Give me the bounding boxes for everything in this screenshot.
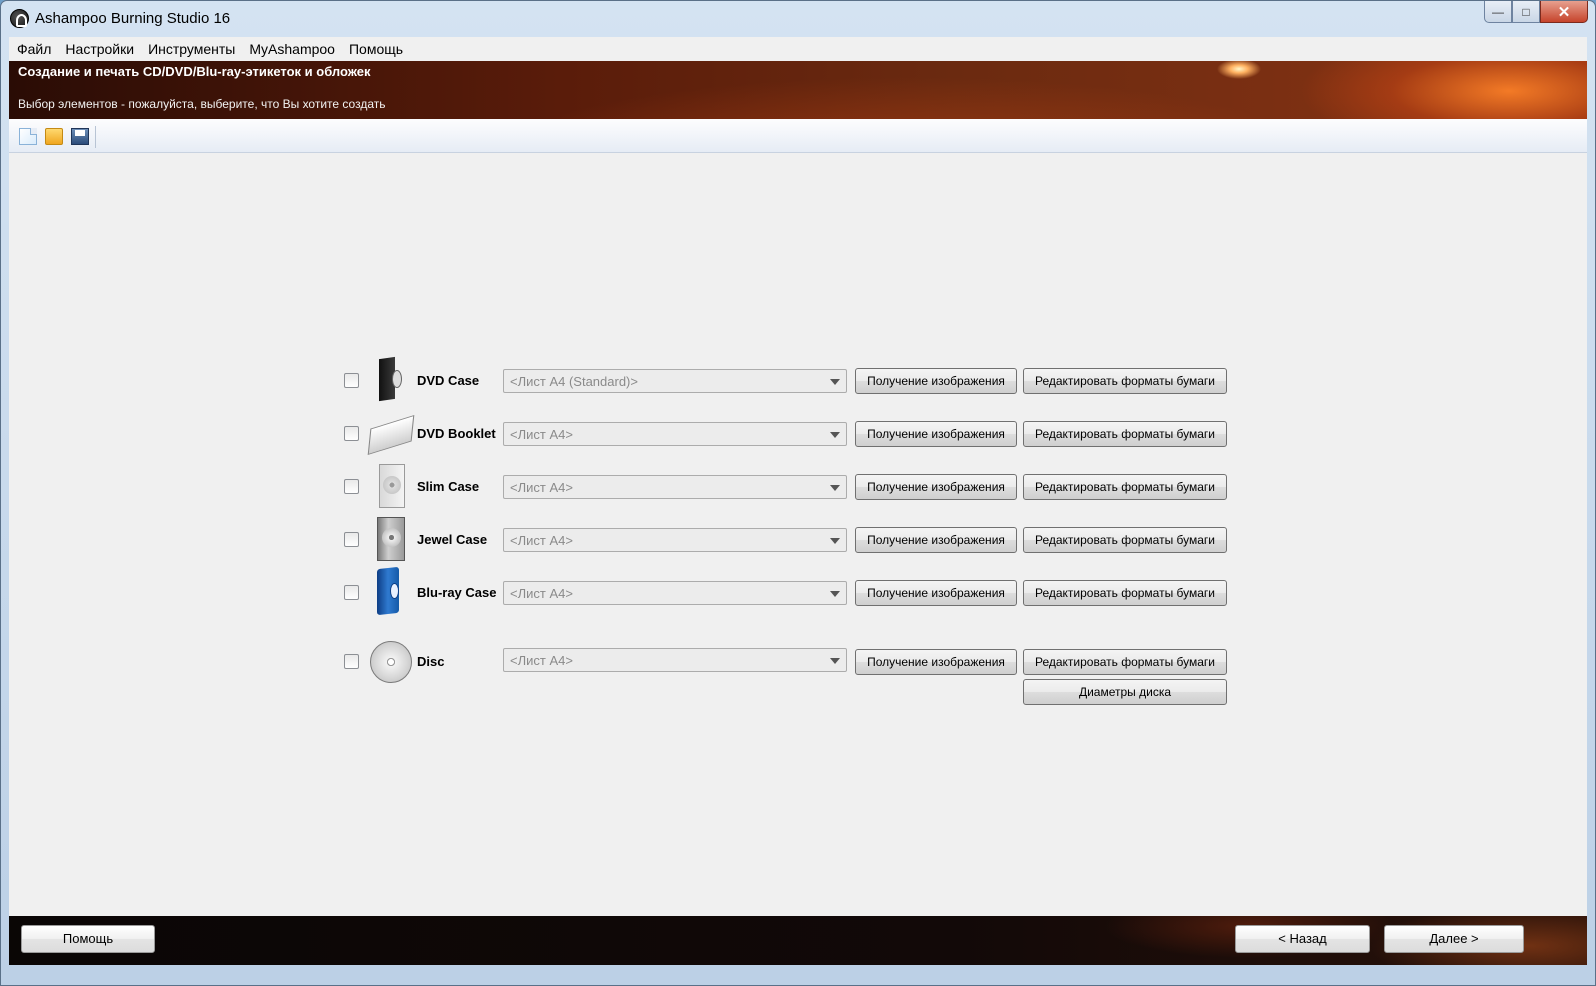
- disc-checkbox[interactable]: [344, 654, 359, 669]
- menu-settings[interactable]: Настройки: [65, 41, 134, 57]
- slim-case-icon: [369, 462, 411, 508]
- jewel-case-icon: [369, 515, 411, 561]
- next-button[interactable]: Далее >: [1384, 925, 1524, 953]
- dvd-case-label: DVD Case: [417, 373, 480, 388]
- dvd-case-get-image-button[interactable]: Получение изображения: [855, 368, 1017, 394]
- item-selection-panel: DVD Case <Лист А4 (Standard)> Получение …: [9, 153, 1587, 916]
- menu-bar: Файл Настройки Инструменты MyAshampoo По…: [9, 37, 1587, 61]
- footer-bar: Помощь < Назад Далее >: [9, 916, 1587, 965]
- chevron-down-icon: [830, 432, 840, 438]
- app-window: Ashampoo Burning Studio 16 — □ ✕ Файл На…: [0, 0, 1596, 986]
- dvd-case-paper-select[interactable]: <Лист А4 (Standard)>: [503, 369, 847, 393]
- slim-case-paper-value: <Лист А4>: [510, 480, 573, 495]
- bluray-case-paper-value: <Лист А4>: [510, 586, 573, 601]
- menu-tools[interactable]: Инструменты: [148, 41, 235, 57]
- chevron-down-icon: [830, 485, 840, 491]
- dvd-booklet-checkbox[interactable]: [344, 426, 359, 441]
- dvd-booklet-paper-select[interactable]: <Лист А4>: [503, 422, 847, 446]
- dvd-case-edit-formats-button[interactable]: Редактировать форматы бумаги: [1023, 368, 1227, 394]
- dvd-case-checkbox[interactable]: [344, 373, 359, 388]
- window-title: Ashampoo Burning Studio 16: [35, 10, 231, 27]
- save-disk-icon[interactable]: [71, 128, 89, 145]
- chevron-down-icon: [830, 591, 840, 597]
- page-title: Создание и печать CD/DVD/Blu-ray-этикето…: [18, 64, 371, 79]
- bluray-case-edit-formats-button[interactable]: Редактировать форматы бумаги: [1023, 580, 1227, 606]
- disc-icon: [369, 639, 412, 685]
- open-folder-icon[interactable]: [45, 128, 63, 145]
- disc-paper-select[interactable]: <Лист А4>: [503, 648, 847, 672]
- slim-case-edit-formats-button[interactable]: Редактировать форматы бумаги: [1023, 474, 1227, 500]
- menu-myashampoo[interactable]: MyAshampoo: [249, 41, 335, 57]
- toolbar: [9, 119, 1587, 153]
- disc-edit-formats-button[interactable]: Редактировать форматы бумаги: [1023, 649, 1227, 675]
- minimize-button[interactable]: —: [1484, 1, 1512, 23]
- dvd-booklet-paper-value: <Лист А4>: [510, 427, 573, 442]
- jewel-case-checkbox[interactable]: [344, 532, 359, 547]
- slim-case-checkbox[interactable]: [344, 479, 359, 494]
- dvd-booklet-edit-formats-button[interactable]: Редактировать форматы бумаги: [1023, 421, 1227, 447]
- dvd-case-icon: [369, 356, 411, 402]
- header-banner: Создание и печать CD/DVD/Blu-ray-этикето…: [9, 61, 1587, 119]
- chevron-down-icon: [830, 658, 840, 664]
- bluray-case-get-image-button[interactable]: Получение изображения: [855, 580, 1017, 606]
- chevron-down-icon: [830, 379, 840, 385]
- dvd-booklet-icon: [369, 409, 411, 455]
- disc-diameters-button[interactable]: Диаметры диска: [1023, 679, 1227, 705]
- new-document-icon[interactable]: [19, 128, 37, 145]
- jewel-case-edit-formats-button[interactable]: Редактировать форматы бумаги: [1023, 527, 1227, 553]
- bluray-case-icon: [369, 568, 411, 614]
- ashampoo-logo-icon[interactable]: [10, 9, 29, 28]
- bluray-case-paper-select[interactable]: <Лист А4>: [503, 581, 847, 605]
- disc-paper-value: <Лист А4>: [510, 653, 573, 668]
- close-button[interactable]: ✕: [1540, 1, 1588, 23]
- slim-case-get-image-button[interactable]: Получение изображения: [855, 474, 1017, 500]
- dvd-case-paper-value: <Лист А4 (Standard)>: [510, 374, 638, 389]
- jewel-case-get-image-button[interactable]: Получение изображения: [855, 527, 1017, 553]
- page-subtitle: Выбор элементов - пожалуйста, выберите, …: [18, 97, 386, 111]
- slim-case-label: Slim Case: [417, 479, 480, 494]
- dvd-booklet-label: DVD Booklet: [417, 426, 496, 441]
- disc-label: Disc: [417, 654, 445, 669]
- title-bar[interactable]: Ashampoo Burning Studio 16 — □ ✕: [1, 1, 1595, 35]
- chevron-down-icon: [830, 538, 840, 544]
- disc-get-image-button[interactable]: Получение изображения: [855, 649, 1017, 675]
- menu-file[interactable]: Файл: [17, 41, 51, 57]
- bluray-case-label: Blu-ray Case: [417, 585, 497, 600]
- toolbar-separator: [95, 126, 96, 148]
- dvd-booklet-get-image-button[interactable]: Получение изображения: [855, 421, 1017, 447]
- menu-help[interactable]: Помощь: [349, 41, 403, 57]
- slim-case-paper-select[interactable]: <Лист А4>: [503, 475, 847, 499]
- maximize-button[interactable]: □: [1512, 1, 1540, 23]
- help-button[interactable]: Помощь: [21, 925, 155, 953]
- jewel-case-label: Jewel Case: [417, 532, 488, 547]
- jewel-case-paper-value: <Лист А4>: [510, 533, 573, 548]
- bluray-case-checkbox[interactable]: [344, 585, 359, 600]
- jewel-case-paper-select[interactable]: <Лист А4>: [503, 528, 847, 552]
- back-button[interactable]: < Назад: [1235, 925, 1370, 953]
